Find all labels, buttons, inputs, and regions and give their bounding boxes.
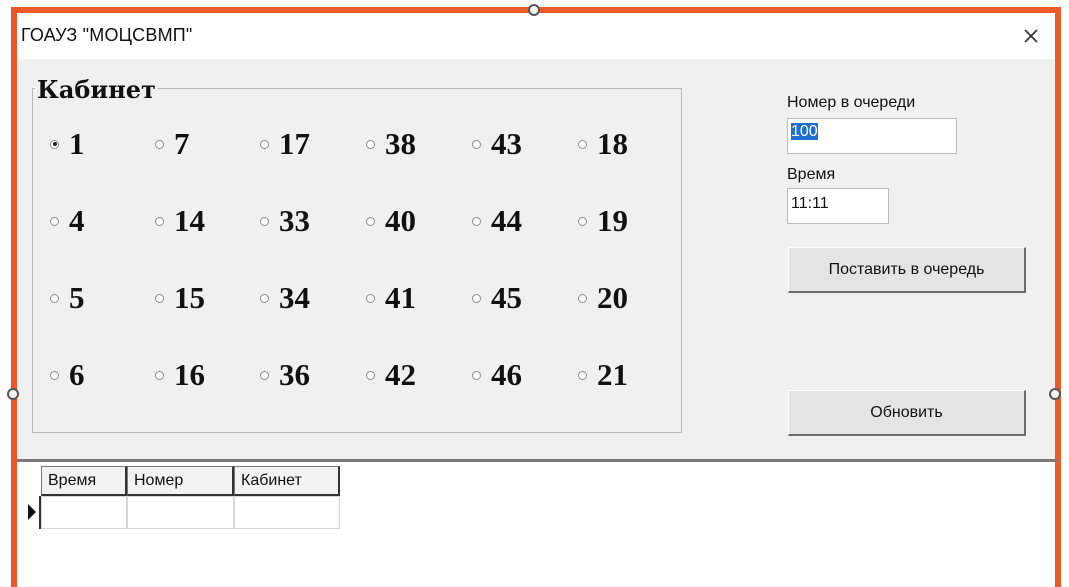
cabinet-radio-42[interactable]: 42 [366, 357, 416, 393]
time-input[interactable]: 11:11 [787, 188, 889, 224]
radio-button-icon [50, 370, 59, 380]
cabinet-radio-label: 20 [597, 280, 628, 315]
time-label: Время [787, 166, 836, 183]
cabinet-radio-label: 15 [174, 280, 205, 315]
radio-button-icon [366, 139, 375, 149]
queue-number-value: 100 [791, 123, 818, 140]
window-title: ГОАУЗ "МОЦСВМП" [21, 25, 193, 45]
table-cell[interactable] [41, 496, 127, 529]
cabinet-radio-20[interactable]: 20 [578, 280, 628, 316]
time-value: 11:11 [791, 195, 829, 212]
radio-button-icon [366, 293, 375, 303]
cabinet-radio-5[interactable]: 5 [50, 280, 85, 316]
close-icon [1024, 29, 1038, 43]
cabinet-radio-label: 45 [491, 280, 522, 315]
cabinet-radio-6[interactable]: 6 [50, 357, 85, 393]
cabinet-radio-34[interactable]: 34 [260, 280, 310, 316]
cabinet-radio-14[interactable]: 14 [155, 203, 205, 239]
cabinet-radio-label: 21 [597, 357, 628, 392]
cabinet-radio-label: 43 [491, 126, 522, 161]
radio-button-icon [260, 293, 269, 303]
cabinet-radio-17[interactable]: 17 [260, 126, 310, 162]
cabinet-radio-44[interactable]: 44 [472, 203, 522, 239]
radio-button-icon [50, 216, 59, 226]
cabinet-radio-36[interactable]: 36 [260, 357, 310, 393]
cabinet-radio-1[interactable]: 1 [50, 126, 85, 162]
enqueue-button[interactable]: Поставить в очередь [788, 247, 1026, 293]
cabinet-radio-label: 14 [174, 203, 205, 238]
cabinet-radio-41[interactable]: 41 [366, 280, 416, 316]
radio-button-icon [50, 293, 59, 303]
cabinet-radio-label: 44 [491, 203, 522, 238]
radio-button-icon [472, 139, 481, 149]
cabinet-radio-label: 19 [597, 203, 628, 238]
cabinet-radio-label: 7 [174, 126, 190, 161]
cabinet-radio-label: 4 [69, 203, 85, 238]
cabinet-radio-label: 42 [385, 357, 416, 392]
radio-button-icon [155, 293, 164, 303]
radio-button-icon [155, 216, 164, 226]
resize-handle-right[interactable] [1049, 388, 1061, 400]
column-header-number[interactable]: Номер [127, 466, 234, 496]
resize-handle-top[interactable] [528, 4, 540, 16]
cabinet-radio-19[interactable]: 19 [578, 203, 628, 239]
cabinet-radio-label: 1 [69, 126, 85, 161]
column-header-time[interactable]: Время [41, 466, 127, 496]
cabinet-radio-38[interactable]: 38 [366, 126, 416, 162]
cabinet-radio-label: 18 [597, 126, 628, 161]
radio-button-icon [578, 370, 587, 380]
queue-number-label: Номер в очереди [787, 94, 916, 111]
cabinet-radio-21[interactable]: 21 [578, 357, 628, 393]
cabinet-group-legend: Кабинет [35, 75, 158, 104]
table-cell[interactable] [234, 496, 340, 529]
cabinet-radio-label: 16 [174, 357, 205, 392]
radio-button-icon [50, 139, 59, 149]
cabinet-radio-label: 17 [279, 126, 310, 161]
radio-button-icon [260, 139, 269, 149]
cabinet-radio-16[interactable]: 16 [155, 357, 205, 393]
column-header-cabinet[interactable]: Кабинет [234, 466, 340, 496]
radio-button-icon [366, 370, 375, 380]
cabinet-radio-46[interactable]: 46 [472, 357, 522, 393]
cabinet-radio-15[interactable]: 15 [155, 280, 205, 316]
radio-button-icon [366, 216, 375, 226]
cabinet-radio-label: 5 [69, 280, 85, 315]
radio-button-icon [578, 139, 587, 149]
radio-button-icon [578, 293, 587, 303]
cabinet-radio-label: 40 [385, 203, 416, 238]
radio-button-icon [155, 139, 164, 149]
title-bar: ГОАУЗ "МОЦСВМП" [17, 13, 1055, 59]
cabinet-radio-label: 34 [279, 280, 310, 315]
cabinet-radio-label: 41 [385, 280, 416, 315]
cabinet-radio-45[interactable]: 45 [472, 280, 522, 316]
radio-button-icon [472, 293, 481, 303]
resize-handle-left[interactable] [7, 388, 19, 400]
radio-button-icon [472, 370, 481, 380]
radio-button-icon [155, 370, 164, 380]
records-grid-area: Время Номер Кабинет [17, 462, 1055, 587]
table-cell[interactable] [127, 496, 234, 529]
app-window: ГОАУЗ "МОЦСВМП" Кабинет 1 7 17 38 43 18 4 14 33 4… [7, 4, 1061, 587]
cabinet-radio-label: 36 [279, 357, 310, 392]
row-pointer-icon [28, 504, 36, 520]
cabinet-radio-label: 33 [279, 203, 310, 238]
close-button[interactable] [1013, 19, 1049, 53]
cabinet-radio-label: 46 [491, 357, 522, 392]
cabinet-radio-43[interactable]: 43 [472, 126, 522, 162]
cabinet-radio-7[interactable]: 7 [155, 126, 190, 162]
queue-number-input[interactable]: 100 [787, 118, 957, 154]
radio-button-icon [472, 216, 481, 226]
cabinet-radio-18[interactable]: 18 [578, 126, 628, 162]
cabinet-radio-4[interactable]: 4 [50, 203, 85, 239]
refresh-button[interactable]: Обновить [788, 390, 1026, 436]
row-indicator-cell[interactable] [25, 496, 41, 529]
radio-button-icon [578, 216, 587, 226]
cabinet-radio-33[interactable]: 33 [260, 203, 310, 239]
cabinet-radio-label: 6 [69, 357, 85, 392]
cabinet-radio-label: 38 [385, 126, 416, 161]
radio-button-icon [260, 216, 269, 226]
radio-button-icon [260, 370, 269, 380]
cabinet-radio-40[interactable]: 40 [366, 203, 416, 239]
